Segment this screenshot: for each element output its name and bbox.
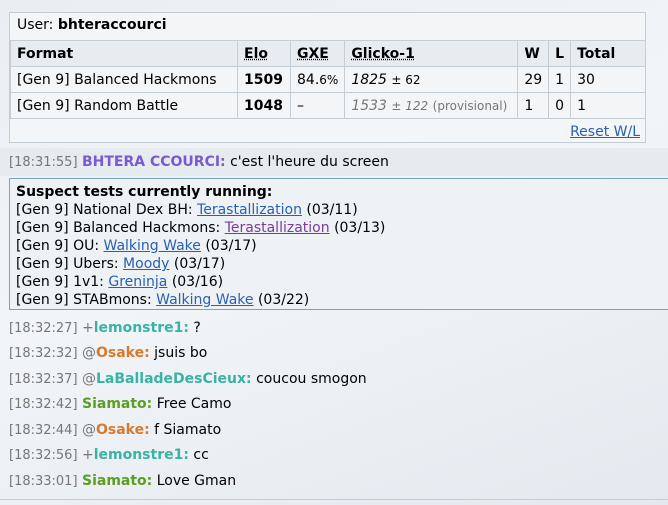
- header-total: Total: [570, 40, 646, 67]
- username-link[interactable]: LaBalladeDesCieux:: [96, 371, 252, 387]
- header-format: Format: [10, 40, 238, 67]
- username-link[interactable]: Osake:: [96, 422, 150, 438]
- row-gxe: 84.6%: [289, 66, 346, 93]
- chat-message: [18:31:55] BHTERA CCOURCI: c'est l'heure…: [9, 154, 389, 170]
- chat-message: [18:33:01] Siamato: Love Gman: [9, 473, 236, 489]
- row-total: 30: [570, 66, 646, 93]
- ladder-rankings-panel: User: bhteraccourci Format Elo GXE Glick…: [9, 12, 646, 143]
- chat-message: [18:32:27] +lemonstre1: ?: [9, 320, 201, 336]
- suspect-item: [Gen 9] OU: Walking Wake (03/17): [16, 238, 257, 254]
- message-text: jsuis bo: [154, 345, 208, 361]
- username-link[interactable]: Osake:: [96, 345, 150, 361]
- row-glicko: 1533 ± 122 (provisional): [344, 92, 519, 119]
- row-losses: 1: [548, 66, 572, 93]
- message-text: Free Camo: [156, 396, 232, 412]
- header-gxe: GXE: [289, 40, 346, 67]
- suspect-link[interactable]: Walking Wake: [156, 292, 253, 308]
- username-link[interactable]: BHTERA CCOURCI:: [82, 154, 226, 170]
- chat-message: [18:32:56] +lemonstre1: cc: [9, 447, 209, 463]
- header-elo: Elo: [237, 40, 291, 67]
- row-wins: 1: [517, 92, 550, 119]
- rank-symbol: +: [81, 447, 94, 463]
- suspect-link[interactable]: Terastallization: [225, 220, 330, 236]
- suspect-item: [Gen 9] National Dex BH: Terastallizatio…: [16, 202, 358, 218]
- message-text: coucou smogon: [256, 371, 367, 387]
- timestamp: [18:32:42]: [9, 397, 78, 412]
- timestamp: [18:33:01]: [9, 474, 78, 489]
- header-losses: L: [548, 40, 572, 67]
- header-glicko: Glicko-1: [344, 40, 519, 67]
- rank-symbol: +: [81, 320, 94, 336]
- message-text: ?: [193, 320, 201, 336]
- rank-symbol: @: [81, 345, 96, 361]
- table-header-row: Format Elo GXE Glicko-1 W L Total: [10, 40, 646, 67]
- timestamp: [18:32:27]: [9, 321, 78, 336]
- row-total: 1: [570, 92, 646, 119]
- timestamp: [18:32:56]: [9, 448, 78, 463]
- message-text: c'est l'heure du screen: [230, 154, 389, 170]
- table-row: [Gen 9] Random Battle 1048 – 1533 ± 122 …: [10, 92, 646, 119]
- row-wins: 29: [517, 66, 550, 93]
- suspect-link[interactable]: Moody: [123, 256, 169, 272]
- suspect-item: [Gen 9] Balanced Hackmons: Terastallizat…: [16, 220, 386, 236]
- suspect-item: [Gen 9] Ubers: Moody (03/17): [16, 256, 226, 272]
- timestamp: [18:31:55]: [9, 155, 78, 170]
- rank-symbol: @: [81, 371, 96, 387]
- row-format: [Gen 9] Balanced Hackmons: [10, 66, 238, 93]
- rankings-table: Format Elo GXE Glicko-1 W L Total [Gen 9…: [10, 40, 646, 119]
- message-text: f Siamato: [154, 422, 222, 438]
- timestamp: [18:32:32]: [9, 346, 78, 361]
- username-link[interactable]: lemonstre1:: [94, 320, 189, 336]
- chat-message: [18:32:44] @Osake: f Siamato: [9, 422, 221, 438]
- rank-symbol: @: [81, 422, 96, 438]
- username-link[interactable]: Siamato:: [82, 473, 152, 489]
- row-glicko: 1825 ± 62: [344, 66, 519, 93]
- row-gxe: –: [289, 92, 346, 119]
- suspect-link[interactable]: Terastallization: [197, 202, 302, 218]
- table-row: [Gen 9] Balanced Hackmons 1509 84.6% 182…: [10, 66, 646, 93]
- suspect-link[interactable]: Walking Wake: [104, 238, 201, 254]
- username-link[interactable]: Siamato:: [82, 396, 152, 412]
- chat-message: [18:32:32] @Osake: jsuis bo: [9, 345, 207, 361]
- suspect-link[interactable]: Greninja: [108, 274, 167, 290]
- chat-message: [18:32:37] @LaBalladeDesCieux: coucou sm…: [9, 371, 367, 387]
- suspect-tests-panel: Suspect tests currently running: [Gen 9]…: [9, 178, 668, 310]
- username-link[interactable]: lemonstre1:: [94, 447, 189, 463]
- user-label: User:: [17, 17, 54, 33]
- user-line: User: bhteraccourci: [17, 17, 167, 33]
- row-losses: 0: [548, 92, 572, 119]
- header-wins: W: [517, 40, 550, 67]
- chat-bottom-border: [0, 499, 668, 500]
- timestamp: [18:32:37]: [9, 372, 78, 387]
- row-elo: 1048: [237, 92, 291, 119]
- message-text: Love Gman: [156, 473, 237, 489]
- row-elo: 1509: [237, 66, 291, 93]
- row-format: [Gen 9] Random Battle: [10, 92, 238, 119]
- timestamp: [18:32:44]: [9, 423, 78, 438]
- suspect-item: [Gen 9] STABmons: Walking Wake (03/22): [16, 292, 310, 308]
- suspect-item: [Gen 9] 1v1: Greninja (03/16): [16, 274, 224, 290]
- message-text: cc: [193, 447, 209, 463]
- username: bhteraccourci: [57, 17, 167, 33]
- suspect-heading: Suspect tests currently running:: [16, 184, 273, 200]
- chat-message: [18:32:42] Siamato: Free Camo: [9, 396, 231, 412]
- reset-wl-link[interactable]: Reset W/L: [570, 124, 640, 140]
